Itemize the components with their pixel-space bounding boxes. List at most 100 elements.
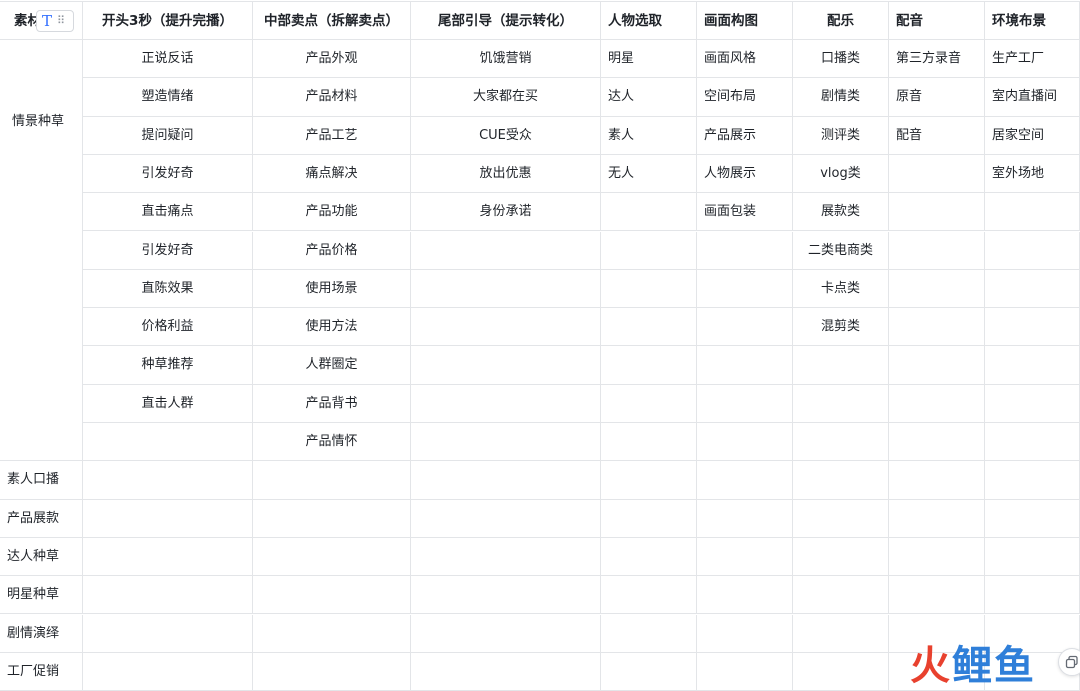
table-cell[interactable] [411,652,601,691]
table-cell[interactable]: 明星 [601,40,697,79]
table-cell[interactable] [83,423,253,462]
table-cell[interactable] [697,499,793,538]
category-cell[interactable]: 工厂促销 [0,652,83,691]
table-cell[interactable] [793,614,889,653]
column-header-2[interactable]: 中部卖点（拆解卖点） [253,2,411,40]
table-cell[interactable] [253,461,411,500]
table-cell[interactable]: 居家空间 [985,116,1080,155]
category-cell[interactable]: 素人口播 [0,461,83,500]
table-cell[interactable] [83,576,253,615]
column-header-7[interactable]: 配音 [889,2,985,40]
table-cell[interactable] [985,576,1080,615]
table-cell[interactable]: 塑造情绪 [83,78,253,117]
table-cell[interactable]: 直击人群 [83,384,253,423]
table-cell[interactable] [697,576,793,615]
table-cell[interactable] [83,614,253,653]
table-cell[interactable] [793,346,889,385]
table-cell[interactable] [601,537,697,577]
category-cell[interactable]: 情景种草 [0,40,83,462]
table-cell[interactable] [889,461,985,500]
column-header-8[interactable]: 环境布景 [985,2,1080,40]
table-cell[interactable]: 室内直播间 [985,78,1080,117]
column-header-6[interactable]: 配乐 [793,2,889,40]
table-cell[interactable] [985,346,1080,385]
table-cell[interactable] [601,499,697,538]
table-cell[interactable] [411,384,601,423]
table-cell[interactable] [253,614,411,653]
table-cell[interactable]: 人物展示 [697,154,793,194]
table-cell[interactable]: 原音 [889,78,985,117]
text-type-icon[interactable]: T [42,11,52,31]
table-cell[interactable] [985,269,1080,309]
table-cell[interactable] [83,652,253,691]
table-cell[interactable] [889,499,985,538]
table-cell[interactable] [793,652,889,691]
table-cell[interactable]: 室外场地 [985,154,1080,194]
table-cell[interactable] [985,423,1080,462]
table-cell[interactable]: 剧情类 [793,78,889,117]
table-cell[interactable]: 产品功能 [253,193,411,232]
table-cell[interactable]: 生产工厂 [985,40,1080,79]
table-cell[interactable] [253,652,411,691]
table-cell[interactable]: 卡点类 [793,269,889,309]
table-cell[interactable] [889,231,985,270]
table-cell[interactable]: vlog类 [793,154,889,194]
table-cell[interactable]: 痛点解决 [253,154,411,194]
table-cell[interactable] [793,537,889,577]
table-cell[interactable] [411,308,601,347]
category-cell[interactable]: 产品展款 [0,499,83,538]
column-header-3[interactable]: 尾部引导（提示转化） [411,2,601,40]
table-cell[interactable]: 产品外观 [253,40,411,79]
table-cell[interactable] [83,499,253,538]
table-cell[interactable] [83,461,253,500]
table-cell[interactable] [889,193,985,232]
table-cell[interactable] [411,423,601,462]
table-cell[interactable] [793,384,889,423]
table-cell[interactable]: 引发好奇 [83,154,253,194]
table-cell[interactable]: 产品背书 [253,384,411,423]
table-cell[interactable] [601,652,697,691]
column-header-5[interactable]: 画面构图 [697,2,793,40]
table-cell[interactable] [697,384,793,423]
table-cell[interactable]: 达人 [601,78,697,117]
table-cell[interactable] [697,537,793,577]
column-header-4[interactable]: 人物选取 [601,2,697,40]
table-cell[interactable] [601,308,697,347]
table-cell[interactable] [889,384,985,423]
table-cell[interactable]: 混剪类 [793,308,889,347]
table-cell[interactable]: 饥饿营销 [411,40,601,79]
table-cell[interactable] [985,461,1080,500]
table-cell[interactable] [889,308,985,347]
column-type-toolbar[interactable]: T ⠿ [36,10,74,32]
table-cell[interactable] [697,652,793,691]
table-cell[interactable]: 第三方录音 [889,40,985,79]
table-cell[interactable]: 使用方法 [253,308,411,347]
table-cell[interactable] [697,346,793,385]
table-cell[interactable] [889,537,985,577]
table-cell[interactable] [889,269,985,309]
table-cell[interactable]: 测评类 [793,116,889,155]
table-cell[interactable]: 引发好奇 [83,231,253,270]
table-cell[interactable] [793,499,889,538]
table-cell[interactable] [985,231,1080,270]
table-cell[interactable] [601,614,697,653]
table-cell[interactable] [601,346,697,385]
category-cell[interactable]: 剧情演绎 [0,614,83,653]
table-cell[interactable] [601,193,697,232]
table-cell[interactable] [601,231,697,270]
table-cell[interactable] [985,537,1080,577]
table-cell[interactable]: 无人 [601,154,697,194]
table-cell[interactable] [697,231,793,270]
table-cell[interactable] [697,423,793,462]
table-cell[interactable]: 使用场景 [253,269,411,309]
table-cell[interactable] [411,537,601,577]
table-cell[interactable] [253,499,411,538]
table-cell[interactable] [985,308,1080,347]
table-cell[interactable] [253,537,411,577]
table-cell[interactable] [411,576,601,615]
table-cell[interactable]: 正说反话 [83,40,253,79]
table-cell[interactable]: 空间布局 [697,78,793,117]
table-cell[interactable]: 直击痛点 [83,193,253,232]
table-cell[interactable] [793,423,889,462]
category-cell[interactable]: 达人种草 [0,537,83,577]
